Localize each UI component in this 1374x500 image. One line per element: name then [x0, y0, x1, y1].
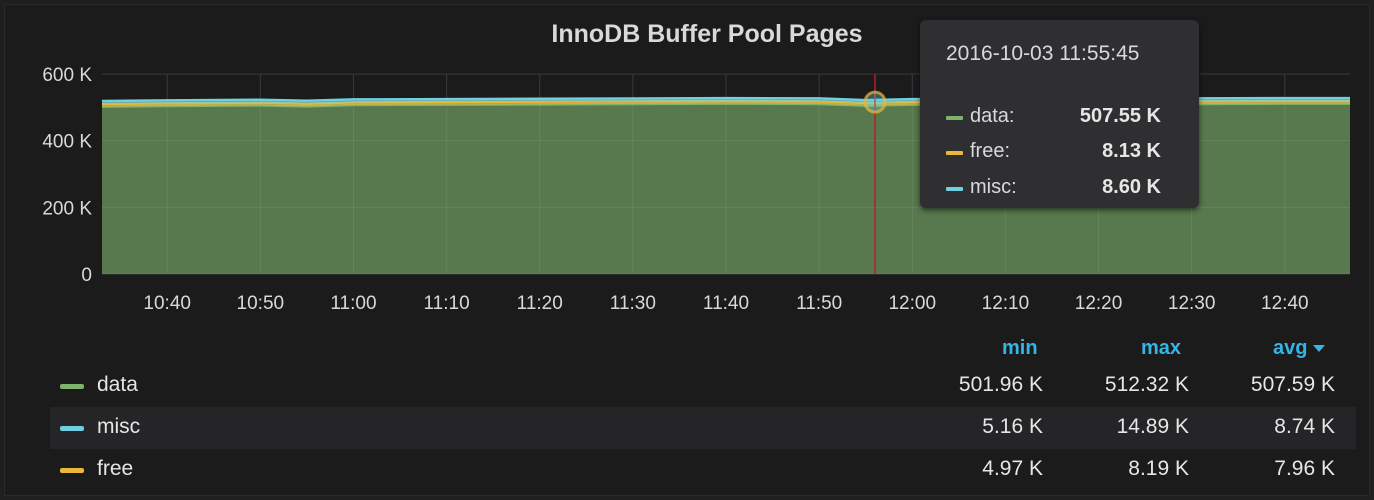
- x-tick-label: 10:40: [143, 293, 191, 314]
- legend-avg-value: 7.96 K: [1274, 457, 1335, 480]
- x-tick-label: 10:50: [237, 293, 285, 314]
- y-tick-label: 0: [81, 265, 92, 286]
- series-color-swatch: [946, 187, 963, 191]
- tooltip-time: 2016-10-03 11:55:45: [946, 42, 1140, 65]
- legend-header-min[interactable]: min: [1002, 337, 1038, 360]
- x-tick-label: 11:40: [703, 293, 749, 314]
- tooltip-row-free: free: 8.13 K: [946, 140, 1186, 166]
- tooltip-series-value: 507.55 K: [1079, 105, 1161, 127]
- legend-avg-value: 8.74 K: [1274, 415, 1335, 438]
- legend-series-name[interactable]: free: [97, 457, 133, 481]
- x-tick-label: 12:00: [888, 293, 936, 314]
- legend-header-max[interactable]: max: [1141, 337, 1181, 360]
- legend-row-free[interactable]: free 4.97 K 8.19 K 7.96 K: [50, 449, 1356, 491]
- tooltip-series-name: free:: [970, 140, 1011, 162]
- x-tick-label: 12:30: [1168, 293, 1216, 314]
- series-color-swatch[interactable]: [60, 468, 84, 473]
- legend-series-name[interactable]: misc: [97, 415, 140, 439]
- x-axis: 10:40 10:50 11:00 11:10 11:20 11:30 11:40 11:50…: [143, 293, 1308, 314]
- legend-header-avg[interactable]: avg: [1273, 337, 1326, 360]
- legend-min-value: 501.96 K: [958, 373, 1043, 396]
- legend-min-value: 4.97 K: [982, 457, 1043, 480]
- hover-tooltip: 2016-10-03 11:55:45 data: 507.55 K free:…: [920, 20, 1199, 208]
- tooltip-series-value: 8.13 K: [1102, 140, 1161, 162]
- y-axis: 0 200 K 400 K 600 K: [42, 65, 92, 286]
- x-tick-label: 12:10: [982, 293, 1030, 314]
- legend-max-value: 512.32 K: [1104, 373, 1189, 396]
- legend-row-data[interactable]: data 501.96 K 512.32 K 507.59 K: [50, 365, 1356, 407]
- tooltip-row-data: data: 507.55 K: [946, 105, 1186, 131]
- x-tick-label: 12:20: [1075, 293, 1123, 314]
- hover-point-marker: [863, 90, 887, 114]
- legend-avg-value: 507.59 K: [1250, 373, 1335, 396]
- x-tick-label: 11:20: [517, 293, 563, 314]
- y-tick-label: 600 K: [42, 65, 92, 86]
- sort-desc-icon: [1313, 345, 1326, 353]
- y-tick-label: 400 K: [42, 132, 92, 153]
- x-tick-label: 11:10: [424, 293, 470, 314]
- x-tick-label: 12:40: [1261, 293, 1309, 314]
- series-color-swatch: [946, 116, 963, 120]
- legend-max-value: 14.89 K: [1116, 415, 1189, 438]
- y-tick-label: 200 K: [42, 198, 92, 219]
- legend-row-misc[interactable]: misc 5.16 K 14.89 K 8.74 K: [50, 407, 1356, 449]
- series-color-swatch[interactable]: [60, 426, 84, 431]
- tooltip-series-value: 8.60 K: [1102, 176, 1161, 198]
- x-tick-label: 11:30: [610, 293, 656, 314]
- series-color-swatch: [946, 151, 963, 155]
- x-tick-label: 11:50: [796, 293, 842, 314]
- legend-header-avg-label: avg: [1273, 337, 1308, 359]
- series-color-swatch[interactable]: [60, 384, 84, 389]
- tooltip-series-name: misc:: [970, 176, 1017, 198]
- x-tick-label: 11:00: [330, 293, 376, 314]
- tooltip-row-misc: misc: 8.60 K: [946, 176, 1186, 202]
- legend-series-name[interactable]: data: [97, 373, 138, 397]
- legend-max-value: 8.19 K: [1128, 457, 1189, 480]
- legend-min-value: 5.16 K: [982, 415, 1043, 438]
- tooltip-series-name: data:: [970, 105, 1015, 127]
